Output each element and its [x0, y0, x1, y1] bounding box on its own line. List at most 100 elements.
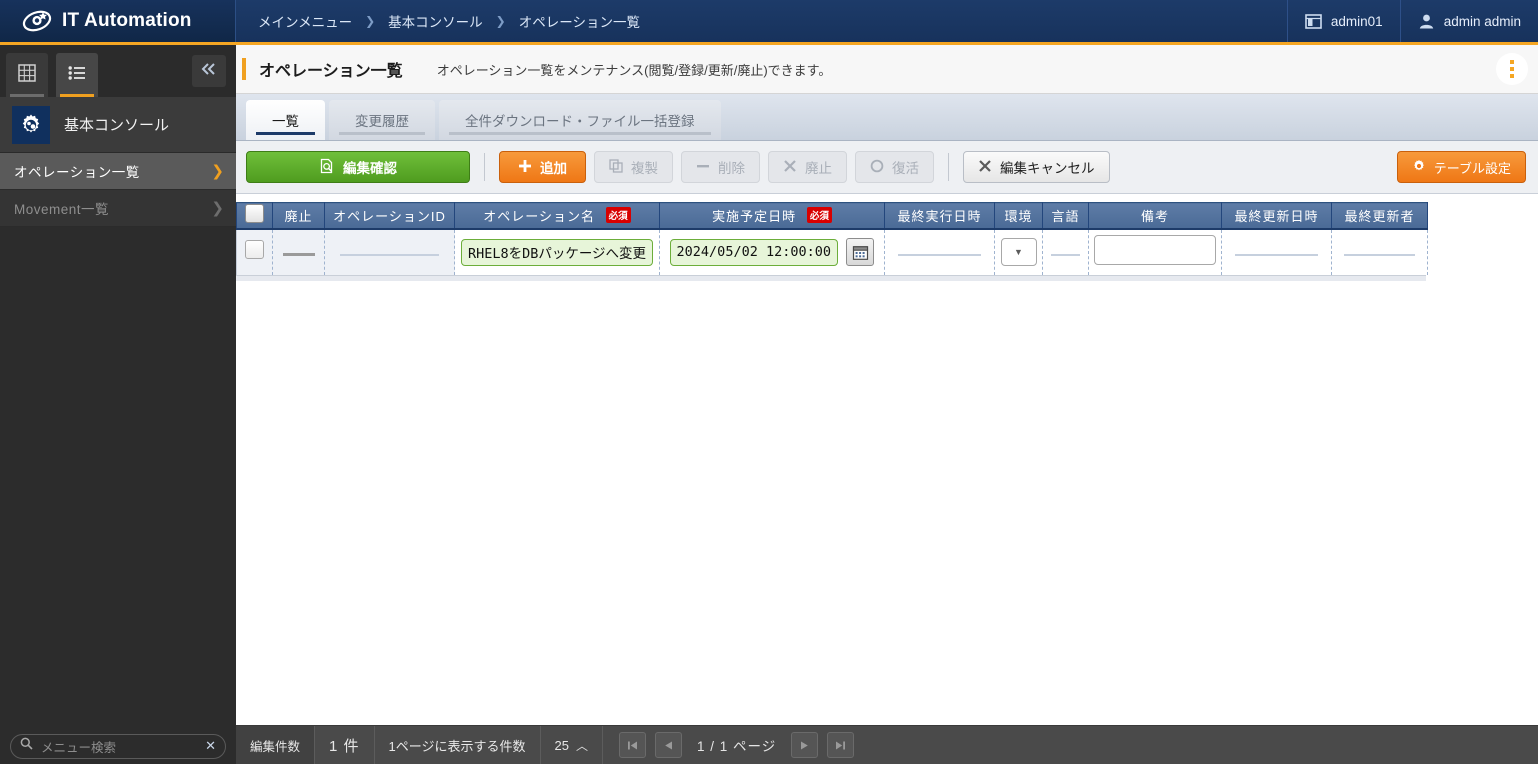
top-bar: IT Automation メインメニュー ❯ 基本コンソール ❯ オペレーショ… — [0, 0, 1538, 42]
add-button[interactable]: 追加 — [499, 151, 586, 183]
brand-logo-area[interactable]: IT Automation — [0, 0, 236, 42]
per-page-selector[interactable]: 25 ︿ — [541, 725, 603, 764]
x-icon — [978, 159, 992, 176]
tab-bulk-download-upload[interactable]: 全件ダウンロード・ファイル一括登録 — [439, 100, 721, 140]
column-header-last-updater[interactable]: 最終更新者 — [1331, 202, 1428, 230]
confirm-edit-button[interactable]: 編集確認 — [246, 151, 470, 183]
discard-button[interactable]: 廃止 — [768, 151, 847, 183]
empty-value-line — [339, 254, 440, 256]
scheduled-datetime-input[interactable]: 2024/05/02 12:00:00 — [669, 238, 838, 266]
main-content: オペレーション一覧 オペレーション一覧をメンテナンス(閲覧/登録/更新/廃止)で… — [236, 45, 1538, 764]
chevron-up-icon: ︿ — [575, 738, 588, 753]
column-header-scheduled-datetime[interactable]: 実施予定日時 必須 — [659, 202, 885, 230]
button-label: 復活 — [892, 161, 919, 176]
table-header-row: 廃止 オペレーションID オペレーション名 必須 実施予定日時 必須 最終実行日 — [236, 202, 1428, 230]
empty-value-line — [1343, 254, 1416, 256]
user-name: admin admin — [1443, 13, 1521, 29]
sidebar-grid-view-tab[interactable] — [6, 53, 48, 97]
environment-select[interactable]: ▼ — [1000, 238, 1037, 266]
workspace-menu[interactable]: admin01 — [1286, 0, 1400, 42]
more-vertical-icon[interactable] — [1496, 53, 1528, 85]
cell-operation-id — [324, 228, 455, 275]
cell-last-update-datetime — [1221, 228, 1332, 275]
row-checkbox[interactable] — [245, 240, 264, 259]
grid-icon — [17, 63, 37, 88]
tab-list[interactable]: 一覧 — [246, 100, 325, 140]
sidebar-console-title: 基本コンソール — [64, 117, 170, 134]
user-menu[interactable]: admin admin — [1399, 0, 1538, 42]
first-page-icon[interactable] — [619, 732, 646, 758]
cell-scheduled-datetime[interactable]: 2024/05/02 12:00:00 — [659, 228, 885, 275]
sidebar-item-operation-list[interactable]: オペレーション一覧 ❯ — [0, 153, 236, 190]
button-label: 複製 — [631, 161, 658, 176]
column-header-remarks[interactable]: 備考 — [1088, 202, 1222, 230]
column-label: 廃止 — [284, 208, 313, 224]
breadcrumb-item-0[interactable]: メインメニュー — [258, 11, 352, 31]
sidebar-console-header: 基本コンソール — [0, 97, 236, 153]
prev-page-icon[interactable] — [655, 732, 682, 758]
remarks-input[interactable] — [1094, 234, 1216, 265]
breadcrumb-item-1[interactable]: 基本コンソール — [388, 11, 483, 31]
close-icon[interactable]: ✕ — [205, 738, 216, 754]
select-all-checkbox[interactable] — [245, 204, 264, 224]
person-icon — [1418, 13, 1435, 30]
empty-value-line — [1234, 254, 1319, 256]
cell-environment[interactable]: ▼ — [994, 228, 1043, 275]
breadcrumb-item-2[interactable]: オペレーション一覧 — [519, 11, 640, 31]
edit-count-value: 1 件 — [315, 725, 375, 764]
search-input[interactable]: メニュー検索 ✕ — [10, 733, 226, 759]
table-row[interactable]: RHEL8をDBパッケージへ変更 2024/05/02 12:00:00 ▼ — [236, 228, 1428, 275]
table-bottom-edge — [236, 274, 1426, 281]
empty-value-dash — [282, 253, 315, 256]
sidebar-empty-area — [0, 240, 236, 728]
chevron-right-icon: ❯ — [495, 14, 506, 28]
last-page-icon[interactable] — [827, 732, 855, 758]
cell-operation-name[interactable]: RHEL8をDBパッケージへ変更 — [454, 228, 660, 275]
search-icon — [20, 737, 33, 755]
window-icon — [1305, 13, 1322, 30]
cell-language — [1042, 228, 1089, 275]
cell-remarks[interactable] — [1088, 228, 1222, 275]
title-accent-bar — [242, 58, 246, 80]
sidebar-item-label: Movement一覧 — [14, 202, 110, 217]
button-label: 削除 — [718, 161, 745, 176]
gear-icon — [12, 105, 50, 144]
workspace-name: admin01 — [1330, 13, 1383, 29]
page-description: オペレーション一覧をメンテナンス(閲覧/登録/更新/廃止)できます。 — [436, 62, 832, 78]
column-header-language[interactable]: 言語 — [1042, 202, 1089, 230]
column-header-check[interactable] — [236, 202, 273, 230]
cell-discard — [272, 228, 325, 275]
column-header-discard[interactable]: 廃止 — [272, 202, 325, 230]
column-header-last-update-datetime[interactable]: 最終更新日時 — [1221, 202, 1332, 230]
tab-underline — [60, 94, 94, 97]
x-icon — [783, 159, 797, 176]
sidebar-list-view-tab[interactable] — [56, 53, 98, 97]
tab-change-history[interactable]: 変更履歴 — [329, 100, 435, 140]
column-header-last-exec-datetime[interactable]: 最終実行日時 — [884, 202, 995, 230]
gear-icon — [1412, 159, 1426, 176]
column-label: オペレーション名 — [483, 208, 596, 224]
column-header-operation-id[interactable]: オペレーションID — [324, 202, 455, 230]
calendar-icon[interactable] — [846, 238, 875, 266]
tab-label: 全件ダウンロード・ファイル一括登録 — [465, 114, 695, 129]
toolbar-divider — [948, 153, 949, 181]
delete-button[interactable]: 削除 — [681, 151, 760, 183]
breadcrumb: メインメニュー ❯ 基本コンソール ❯ オペレーション一覧 — [236, 0, 1287, 42]
cancel-edit-button[interactable]: 編集キャンセル — [963, 151, 1110, 183]
sidebar-search[interactable]: メニュー検索 ✕ — [0, 728, 236, 764]
operation-name-input[interactable]: RHEL8をDBパッケージへ変更 — [460, 238, 654, 266]
table-settings-button[interactable]: テーブル設定 — [1396, 151, 1526, 183]
next-page-icon[interactable] — [791, 732, 819, 758]
restore-button[interactable]: 復活 — [855, 151, 934, 183]
empty-value-line — [1050, 254, 1081, 256]
sidebar-collapse-button[interactable] — [192, 55, 226, 87]
sidebar-item-movement-list[interactable]: Movement一覧 ❯ — [0, 190, 236, 227]
column-header-operation-name[interactable]: オペレーション名 必須 — [454, 202, 660, 230]
document-search-icon — [319, 158, 335, 177]
cell-row-checkbox[interactable] — [236, 228, 273, 275]
cell-last-exec-datetime — [884, 228, 995, 275]
sidebar-view-tabs — [0, 45, 236, 97]
column-header-environment[interactable]: 環境 — [994, 202, 1043, 230]
duplicate-button[interactable]: 複製 — [594, 151, 673, 183]
chevron-right-icon: ❯ — [211, 200, 224, 217]
